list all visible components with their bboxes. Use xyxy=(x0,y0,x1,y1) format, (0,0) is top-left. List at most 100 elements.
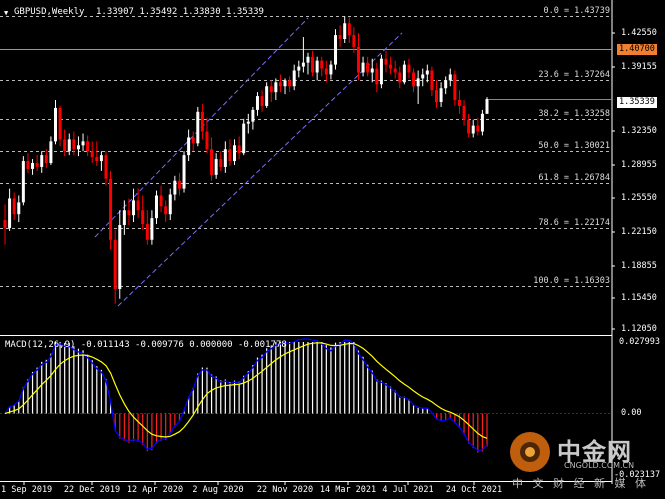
candle-body xyxy=(448,74,452,81)
channel-lower-line xyxy=(117,32,403,307)
candle-body xyxy=(210,149,214,175)
candle-body xyxy=(274,82,278,93)
candle-body xyxy=(200,111,204,132)
time-axis-label: 24 Oct 2021 xyxy=(445,485,503,495)
candle-body xyxy=(334,35,338,65)
candle-body xyxy=(352,35,356,47)
price-axis-tick: 1.28955 xyxy=(621,160,657,170)
candle-body xyxy=(485,99,489,114)
candle-body xyxy=(462,105,466,120)
candle-body xyxy=(347,23,351,36)
candle-body xyxy=(53,107,57,142)
time-axis-label: 14 Mar 2021 xyxy=(319,485,377,495)
candle-body xyxy=(219,159,223,167)
candle-body xyxy=(393,68,397,73)
candle-body xyxy=(196,111,200,144)
candle-body xyxy=(154,195,158,219)
candle-body xyxy=(361,62,365,73)
candle-body xyxy=(214,159,218,175)
candle-body xyxy=(283,80,287,87)
candle-body xyxy=(49,141,53,164)
candle-body xyxy=(168,194,172,215)
candle-body xyxy=(242,123,246,154)
fibonacci-level-label: 38.2 = 1.33258 xyxy=(538,108,610,119)
candle-body xyxy=(127,210,131,216)
price-axis-tick: 1.22150 xyxy=(621,227,657,237)
candle-body xyxy=(430,70,434,91)
candle-body xyxy=(453,74,457,101)
candle-body xyxy=(324,68,328,75)
candle-body xyxy=(416,78,420,87)
candle-body xyxy=(67,139,71,152)
candle-body xyxy=(141,210,145,225)
candle-body xyxy=(104,155,108,179)
candle-body xyxy=(297,66,301,71)
candle-body xyxy=(118,225,122,289)
time-axis-label: 2 Aug 2020 xyxy=(192,485,244,495)
candle-body xyxy=(86,141,90,152)
candle-body xyxy=(90,151,94,158)
candle-body xyxy=(425,70,429,75)
candle-body xyxy=(3,220,7,228)
candle-body xyxy=(164,206,168,215)
candle-body xyxy=(329,64,333,75)
fibonacci-level-label: 50.0 = 1.30021 xyxy=(538,140,610,151)
candle-body xyxy=(159,195,163,207)
candle-body xyxy=(292,70,296,87)
candle-body xyxy=(40,155,44,167)
candle-body xyxy=(338,35,342,40)
fibonacci-level-label: 23.6 = 1.37264 xyxy=(538,69,610,80)
price-axis-tick: 1.25550 xyxy=(621,193,657,203)
candle-body xyxy=(21,161,25,203)
current-price-badge: 1.35339 xyxy=(617,97,657,108)
candle-body xyxy=(457,100,461,106)
fibonacci-level-label: 100.0 = 1.16303 xyxy=(533,275,610,286)
time-axis-label: 1 Sep 2019 xyxy=(1,485,53,495)
candle-body xyxy=(246,121,250,124)
price-axis-tick: 1.42550 xyxy=(621,28,657,38)
candle-body xyxy=(251,109,255,122)
candle-body xyxy=(288,80,292,87)
candle-body xyxy=(31,163,35,169)
macd-signal-line xyxy=(4,342,488,439)
candle-body xyxy=(191,137,195,144)
candle-body xyxy=(384,58,388,65)
candle-body xyxy=(223,149,227,167)
price-axis-tick: 1.39155 xyxy=(621,62,657,72)
candle-body xyxy=(402,64,406,83)
watermark-tagline: 中 文 财 经 新 媒 体 xyxy=(512,477,649,490)
candle-body xyxy=(173,180,177,195)
candle-body xyxy=(63,139,67,152)
price-axis-tick: 1.12050 xyxy=(621,324,657,334)
candle-body xyxy=(389,64,393,69)
candle-body xyxy=(480,113,484,132)
candle-body xyxy=(320,60,324,69)
macd-indicator-label: MACD(12,26,9) -0.011143 -0.009776 0.0000… xyxy=(5,340,287,350)
candle-body xyxy=(132,200,136,216)
candle-body xyxy=(76,145,80,150)
candle-body xyxy=(278,82,282,87)
time-axis-label: 22 Dec 2019 xyxy=(63,485,121,495)
candle-body xyxy=(145,224,149,240)
candle-body xyxy=(44,155,48,164)
candle-body xyxy=(306,56,310,63)
candle-body xyxy=(12,198,16,215)
candle-body xyxy=(375,68,379,85)
candle-body xyxy=(35,163,39,167)
candle-body xyxy=(81,141,85,146)
candle-body xyxy=(187,137,191,156)
trading-chart-window: ▼ GBPUSD,Weekly 1.33907 1.35492 1.33830 … xyxy=(0,0,665,499)
macd-axis-zero: 0.00 xyxy=(621,408,642,418)
fibonacci-level-label: 61.8 = 1.26784 xyxy=(538,172,610,183)
candle-body xyxy=(255,96,259,110)
time-axis-label: 4 Jul 2021 xyxy=(382,485,434,495)
candle-body xyxy=(265,86,269,106)
candle-body xyxy=(471,125,475,134)
candle-body xyxy=(113,239,117,289)
candle-body xyxy=(99,155,103,162)
symbol-dropdown-icon[interactable]: ▼ xyxy=(4,8,8,18)
candle-body xyxy=(260,96,264,106)
fibonacci-level-label: 78.6 = 1.22174 xyxy=(538,217,610,228)
candle-body xyxy=(476,125,480,132)
candle-body xyxy=(311,56,315,73)
